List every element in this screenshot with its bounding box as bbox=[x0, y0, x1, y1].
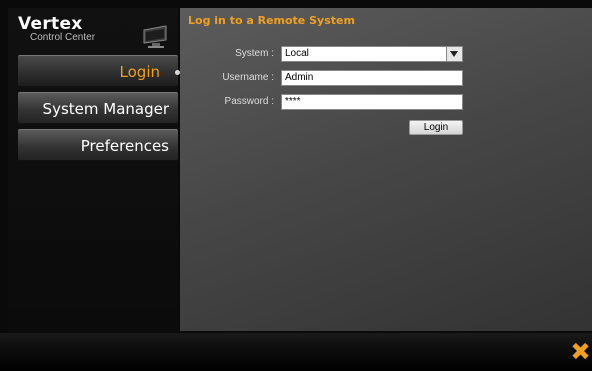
bottom-bar bbox=[0, 333, 592, 371]
panel-title: Log in to a Remote System bbox=[188, 14, 355, 27]
sidebar-item-label: Login bbox=[119, 63, 160, 81]
username-field[interactable]: Admin bbox=[281, 70, 463, 86]
password-field[interactable]: **** bbox=[281, 94, 463, 110]
login-button[interactable]: Login bbox=[409, 120, 463, 135]
password-label: Password : bbox=[224, 96, 274, 107]
brand-subtitle: Control Center bbox=[30, 32, 96, 43]
monitor-icon bbox=[143, 25, 167, 48]
sidebar-item-login[interactable]: Login bbox=[18, 55, 186, 87]
login-panel: Log in to a Remote System System : Local… bbox=[180, 8, 592, 331]
username-value: Admin bbox=[285, 72, 314, 83]
chevron-down-icon[interactable] bbox=[446, 47, 462, 61]
sidebar-item-label: System Manager bbox=[42, 100, 169, 118]
sidebar-item-preferences[interactable]: Preferences bbox=[18, 129, 178, 161]
system-select-value: Local bbox=[285, 48, 309, 59]
close-icon[interactable] bbox=[572, 343, 588, 359]
sidebar-item-system-manager[interactable]: System Manager bbox=[18, 92, 178, 124]
system-label: System : bbox=[235, 48, 274, 59]
brand: Vertex Control Center bbox=[18, 14, 95, 43]
system-select[interactable]: Local bbox=[281, 46, 463, 62]
sidebar: Vertex Control Center Login System Manag… bbox=[8, 8, 186, 331]
sidebar-item-label: Preferences bbox=[80, 137, 169, 155]
brand-title: Vertex bbox=[18, 14, 83, 34]
app-window: Vertex Control Center Login System Manag… bbox=[0, 0, 592, 371]
password-value: **** bbox=[285, 96, 301, 107]
username-label: Username : bbox=[222, 72, 274, 83]
